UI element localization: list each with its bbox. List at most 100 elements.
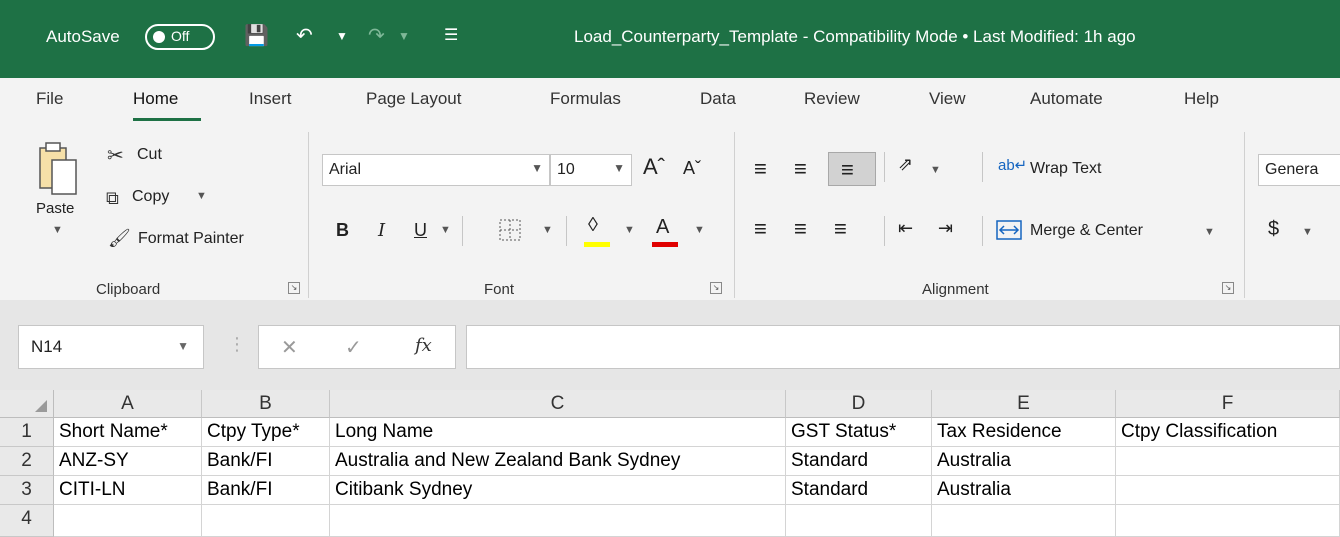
orientation-icon[interactable]: ⇗ [898, 154, 913, 175]
redo-dropdown-icon[interactable]: ▼ [398, 22, 410, 50]
cell-d3[interactable]: Standard [786, 476, 932, 505]
tab-file[interactable]: File [36, 89, 63, 109]
autosave-toggle[interactable]: Off [145, 24, 215, 50]
row-header-3[interactable]: 3 [0, 476, 54, 505]
row-header-2[interactable]: 2 [0, 447, 54, 476]
font-launcher-icon[interactable]: ↘ [710, 282, 722, 294]
alignment-group-label: Alignment [922, 281, 989, 298]
decrease-font-size-icon[interactable]: Aˇ [683, 158, 701, 179]
cell-b4[interactable] [202, 505, 330, 537]
tab-automate[interactable]: Automate [1030, 89, 1103, 109]
column-header-e[interactable]: E [932, 390, 1116, 418]
enter-icon[interactable]: ✓ [345, 335, 362, 360]
select-all-button[interactable] [0, 390, 54, 418]
currency-dropdown-icon[interactable]: ▼ [1302, 226, 1313, 238]
cell-f2[interactable] [1116, 447, 1340, 476]
tab-insert[interactable]: Insert [249, 89, 292, 109]
save-icon[interactable]: 💾 [244, 22, 269, 50]
align-right-icon[interactable]: ≡ [834, 216, 847, 242]
borders-dropdown-icon[interactable]: ▼ [542, 224, 553, 236]
orientation-dropdown-icon[interactable]: ▼ [930, 164, 941, 176]
column-header-a[interactable]: A [54, 390, 202, 418]
cancel-icon[interactable]: ✕ [281, 335, 298, 360]
column-header-d[interactable]: D [786, 390, 932, 418]
copy-button[interactable]: Copy [132, 188, 169, 206]
font-name-value: Arial [329, 161, 362, 178]
borders-icon[interactable] [498, 218, 522, 242]
tab-formulas[interactable]: Formulas [550, 89, 621, 109]
merge-center-button[interactable]: Merge & Center [1030, 222, 1143, 240]
cut-button[interactable]: Cut [137, 146, 162, 164]
row-header-1[interactable]: 1 [0, 418, 54, 447]
column-header-f[interactable]: F [1116, 390, 1340, 418]
cell-b3[interactable]: Bank/FI [202, 476, 330, 505]
font-name-combo[interactable]: Arial ▼ [322, 154, 550, 186]
cell-a4[interactable] [54, 505, 202, 537]
cell-d4[interactable] [786, 505, 932, 537]
bold-button[interactable]: B [336, 220, 349, 241]
cell-d2[interactable]: Standard [786, 447, 932, 476]
increase-font-size-icon[interactable]: Aˆ [643, 154, 665, 180]
font-size-combo[interactable]: 10 ▼ [550, 154, 632, 186]
align-middle-icon[interactable]: ≡ [794, 156, 807, 182]
underline-dropdown-icon[interactable]: ▼ [440, 224, 451, 236]
tab-data[interactable]: Data [700, 89, 736, 109]
tab-view[interactable]: View [929, 89, 966, 109]
increase-indent-icon[interactable]: ⇥ [938, 218, 953, 239]
row-header-4[interactable]: 4 [0, 505, 54, 537]
undo-dropdown-icon[interactable]: ▼ [336, 22, 348, 50]
cell-f4[interactable] [1116, 505, 1340, 537]
formula-bar-resize-handle[interactable]: ⋮ [228, 334, 246, 355]
decrease-indent-icon[interactable]: ⇤ [898, 218, 913, 239]
currency-button[interactable]: $ [1268, 218, 1279, 241]
tab-home[interactable]: Home [133, 89, 178, 109]
cell-a2[interactable]: ANZ-SY [54, 447, 202, 476]
cell-c2[interactable]: Australia and New Zealand Bank Sydney [330, 447, 786, 476]
name-box[interactable]: N14 ▼ [18, 325, 204, 369]
align-left-icon[interactable]: ≡ [754, 216, 767, 242]
cell-f3[interactable] [1116, 476, 1340, 505]
cell-a1[interactable]: Short Name* [54, 418, 202, 447]
number-format-combo[interactable]: Genera [1258, 154, 1340, 186]
chevron-down-icon[interactable]: ▼ [177, 339, 189, 353]
cell-c4[interactable] [330, 505, 786, 537]
font-color-icon[interactable]: A [656, 216, 669, 239]
align-bottom-button[interactable]: ≡ [828, 152, 876, 186]
tab-review[interactable]: Review [804, 89, 860, 109]
tab-help[interactable]: Help [1184, 89, 1219, 109]
paste-button[interactable]: Paste ▼ [30, 136, 90, 256]
tab-page-layout[interactable]: Page Layout [366, 89, 461, 109]
cell-b1[interactable]: Ctpy Type* [202, 418, 330, 447]
insert-function-icon[interactable]: fx [415, 335, 432, 356]
cell-c1[interactable]: Long Name [330, 418, 786, 447]
document-title[interactable]: Load_Counterparty_Template - Compatibili… [574, 27, 1136, 47]
copy-dropdown-icon[interactable]: ▼ [196, 190, 207, 202]
font-color-dropdown-icon[interactable]: ▼ [694, 224, 705, 236]
cell-d1[interactable]: GST Status* [786, 418, 932, 447]
merge-dropdown-icon[interactable]: ▼ [1204, 226, 1215, 238]
cell-c3[interactable]: Citibank Sydney [330, 476, 786, 505]
underline-button[interactable]: U [414, 220, 427, 241]
cell-e3[interactable]: Australia [932, 476, 1116, 505]
cell-a3[interactable]: CITI-LN [54, 476, 202, 505]
customize-toolbar-icon[interactable]: ☰ [444, 22, 458, 50]
format-painter-button[interactable]: Format Painter [138, 230, 244, 248]
alignment-launcher-icon[interactable]: ↘ [1222, 282, 1234, 294]
cell-e2[interactable]: Australia [932, 447, 1116, 476]
cell-e1[interactable]: Tax Residence [932, 418, 1116, 447]
column-header-c[interactable]: C [330, 390, 786, 418]
redo-icon[interactable]: ↷ [368, 22, 385, 50]
formula-input[interactable] [466, 325, 1340, 369]
undo-icon[interactable]: ↶ [296, 22, 313, 50]
wrap-text-button[interactable]: Wrap Text [1030, 160, 1101, 178]
cell-e4[interactable] [932, 505, 1116, 537]
fill-color-icon[interactable]: ◊ [588, 214, 598, 237]
cell-b2[interactable]: Bank/FI [202, 447, 330, 476]
clipboard-launcher-icon[interactable]: ↘ [288, 282, 300, 294]
italic-button[interactable]: I [378, 220, 385, 241]
cell-f1[interactable]: Ctpy Classification [1116, 418, 1340, 447]
fill-color-dropdown-icon[interactable]: ▼ [624, 224, 635, 236]
align-center-icon[interactable]: ≡ [794, 216, 807, 242]
align-top-icon[interactable]: ≡ [754, 156, 767, 182]
column-header-b[interactable]: B [202, 390, 330, 418]
